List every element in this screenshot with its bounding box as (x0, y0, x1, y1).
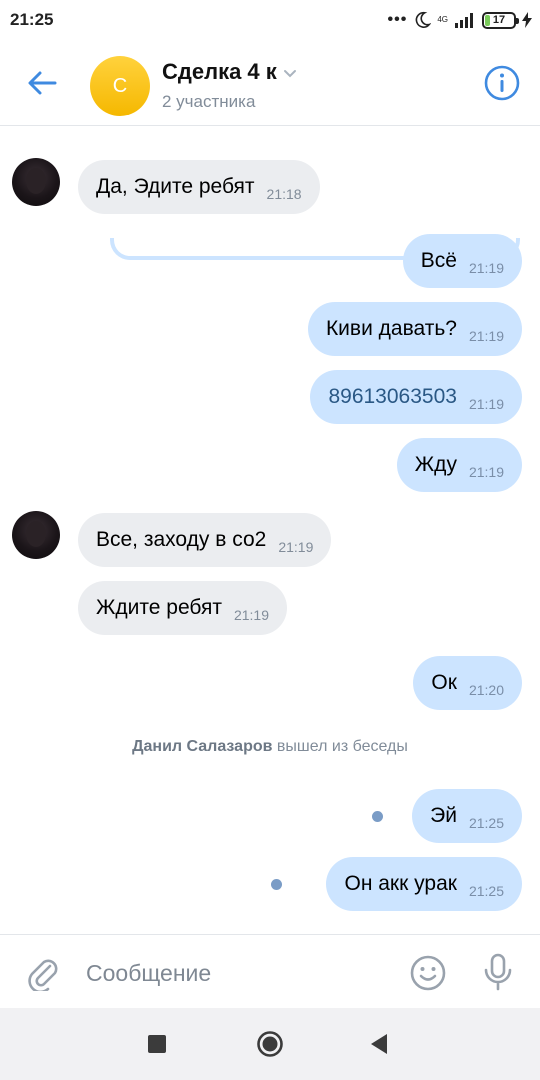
message-time: 21:25 (468, 883, 504, 899)
message-text: Эй (430, 804, 457, 827)
message-text: Ждите ребят (96, 596, 222, 619)
message-bubble[interactable]: 89613063503 21:19 (310, 370, 522, 424)
chat-title[interactable]: Сделка 4 к (162, 59, 297, 85)
charging-icon (522, 12, 532, 28)
service-user-name[interactable]: Данил Салазаров (132, 738, 272, 755)
message-time: 21:18 (266, 186, 302, 202)
message-text: Всё (420, 249, 457, 272)
chat-avatar[interactable]: С (90, 56, 150, 116)
message-bubble[interactable]: Все, заходу в со2 21:19 (78, 513, 332, 567)
message-bubble[interactable]: Он акк урак 21:25 (326, 857, 522, 911)
message-text: Все, заходу в со2 (96, 528, 267, 551)
signal-icon (455, 13, 473, 28)
back-button[interactable] (24, 66, 60, 100)
chevron-down-icon (283, 70, 296, 78)
message-text: Жду (414, 453, 457, 476)
message-time: 21:19 (468, 328, 504, 344)
notification-dots: ••• (387, 11, 408, 28)
message-time: 21:19 (278, 539, 314, 555)
avatar[interactable] (12, 511, 60, 559)
phone-link[interactable]: 89613063503 (328, 385, 456, 409)
info-icon[interactable] (484, 65, 520, 101)
message-bubble[interactable]: Киви давать? 21:19 (307, 302, 522, 356)
battery-icon: 17 (482, 11, 519, 29)
home-button[interactable] (256, 1030, 284, 1058)
nav-back-button[interactable] (370, 1033, 388, 1055)
message-composer (0, 934, 540, 1008)
moon-icon (415, 11, 432, 28)
message-list[interactable]: Да, Эдите ребят 21:18 Всё 21:19 Киви дав… (0, 126, 540, 934)
status-icons: ••• 4G 17 (388, 9, 532, 31)
emoji-icon[interactable] (410, 955, 446, 991)
message-text: Он акк урак (344, 872, 457, 895)
unread-dot (372, 811, 383, 822)
message-text: Киви давать? (325, 317, 457, 340)
message-time: 21:25 (468, 815, 504, 831)
avatar[interactable] (12, 158, 60, 206)
message-input[interactable] (86, 953, 386, 993)
message-text: Да, Эдите ребят (96, 175, 255, 198)
mic-icon[interactable] (482, 953, 514, 991)
chat-title-text: Сделка 4 к (162, 59, 277, 84)
message-bubble[interactable]: Всё 21:19 (402, 234, 522, 288)
unread-dot (271, 879, 282, 890)
chat-subtitle: 2 участника (162, 92, 256, 111)
message-bubble[interactable]: Эй 21:25 (412, 789, 522, 843)
chat-header: С Сделка 4 к 2 участника (0, 40, 540, 126)
status-time: 21:25 (10, 10, 54, 29)
service-message: Данил Салазаров вышел из беседы (0, 738, 540, 756)
recents-button[interactable] (148, 1035, 166, 1053)
message-time: 21:19 (468, 396, 504, 412)
message-bubble[interactable]: Ждите ребят 21:19 (78, 581, 287, 635)
message-time: 21:19 (468, 260, 504, 276)
status-bar: 21:25 ••• 4G 17 (0, 0, 540, 40)
back-arrow-icon (28, 71, 57, 95)
message-bubble[interactable]: Жду 21:19 (396, 438, 522, 492)
message-bubble[interactable]: Да, Эдите ребят 21:18 (78, 160, 320, 214)
message-time: 21:20 (468, 682, 504, 698)
system-nav-bar (0, 1008, 540, 1080)
message-time: 21:19 (233, 607, 269, 623)
battery-level: 17 (492, 14, 506, 26)
network-type: 4G (437, 15, 448, 24)
attach-icon[interactable] (26, 955, 60, 991)
service-text: вышел из беседы (276, 738, 408, 755)
message-bubble[interactable]: Ок 21:20 (413, 656, 522, 710)
message-text: Ок (431, 671, 457, 694)
message-time: 21:19 (468, 464, 504, 480)
